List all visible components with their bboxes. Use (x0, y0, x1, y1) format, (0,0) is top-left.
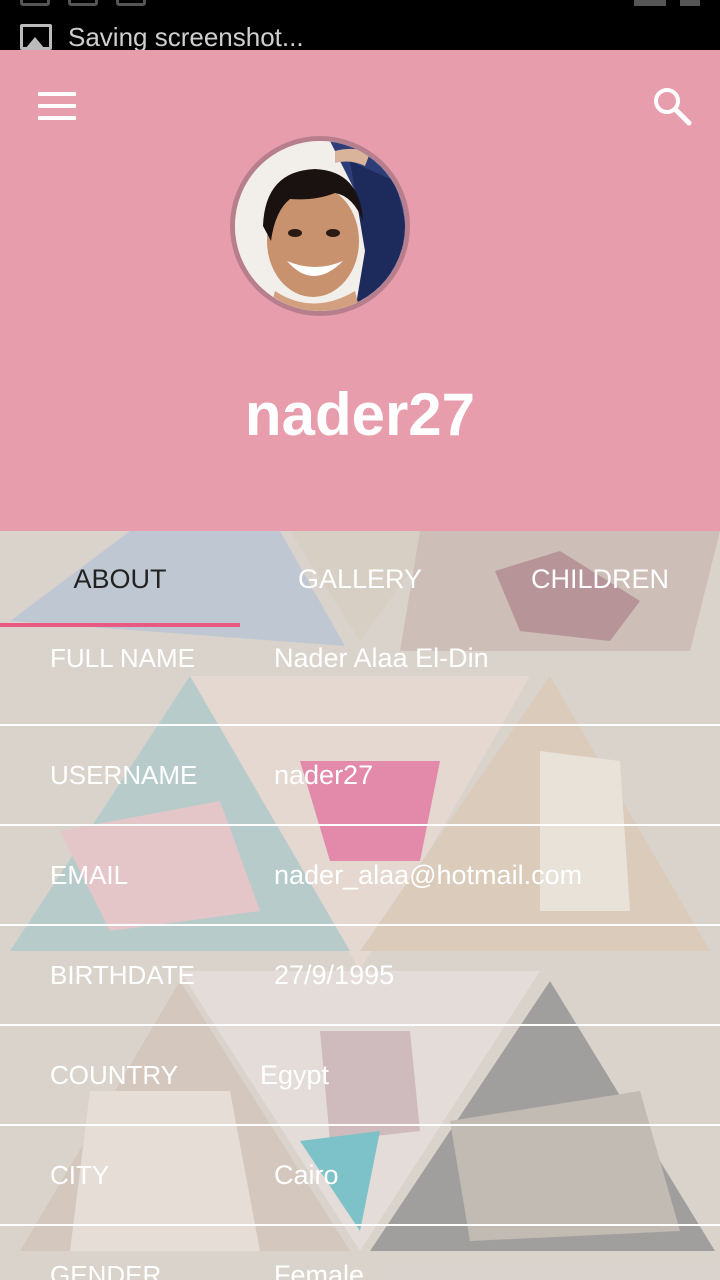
info-row-birthdate: BIRTHDATE 27/9/1995 (0, 926, 720, 1026)
chat-icon (116, 0, 146, 6)
menu-icon[interactable] (38, 92, 76, 120)
profile-header: nader27 (0, 50, 720, 531)
info-label: FULL NAME (50, 643, 195, 673)
info-value: Female (274, 1259, 365, 1280)
info-row-full-name: FULL NAME Nader Alaa El-Din (0, 627, 720, 726)
profile-info-list: FULL NAME Nader Alaa El-Din USERNAME nad… (0, 627, 720, 1280)
info-label: EMAIL (50, 859, 129, 890)
info-row-gender: GENDER Female (0, 1226, 720, 1280)
tab-children[interactable]: CHILDREN (480, 531, 720, 627)
info-value: Nader Alaa El-Din (274, 643, 489, 673)
avatar-photo (235, 141, 405, 311)
tab-about[interactable]: ABOUT (0, 531, 240, 627)
info-value: Cairo (274, 1159, 339, 1190)
info-row-country: COUNTRY Egypt (0, 1026, 720, 1126)
status-system-icons (634, 0, 700, 6)
profile-username: nader27 (244, 381, 476, 448)
status-bar: Saving screenshot... (0, 0, 720, 50)
status-notification-icons (20, 0, 146, 6)
gallery-icon (20, 0, 50, 6)
info-row-username: USERNAME nader27 (0, 726, 720, 826)
info-label: CITY (50, 1159, 110, 1190)
info-label: COUNTRY (50, 1059, 179, 1090)
tab-gallery[interactable]: GALLERY (240, 531, 480, 627)
info-label: USERNAME (50, 759, 198, 790)
info-value: Egypt (260, 1059, 330, 1090)
battery-icon (680, 0, 700, 6)
profile-tabs: ABOUT GALLERY CHILDREN (0, 531, 720, 627)
info-label: BIRTHDATE (50, 959, 195, 990)
signal-icon (634, 0, 666, 6)
info-value: nader27 (274, 759, 374, 790)
profile-content: ABOUT GALLERY CHILDREN FULL NAME Nader A… (0, 531, 720, 1280)
info-value: 27/9/1995 (274, 959, 395, 990)
avatar[interactable] (230, 136, 410, 316)
notification-text: Saving screenshot... (68, 22, 304, 50)
image-icon (20, 24, 52, 50)
info-value: nader_alaa@hotmail.com (274, 859, 583, 890)
info-label: GENDER (50, 1259, 162, 1280)
search-icon[interactable] (652, 86, 692, 126)
facebook-icon (68, 0, 98, 6)
info-row-city: CITY Cairo (0, 1126, 720, 1226)
info-row-email: EMAIL nader_alaa@hotmail.com (0, 826, 720, 926)
